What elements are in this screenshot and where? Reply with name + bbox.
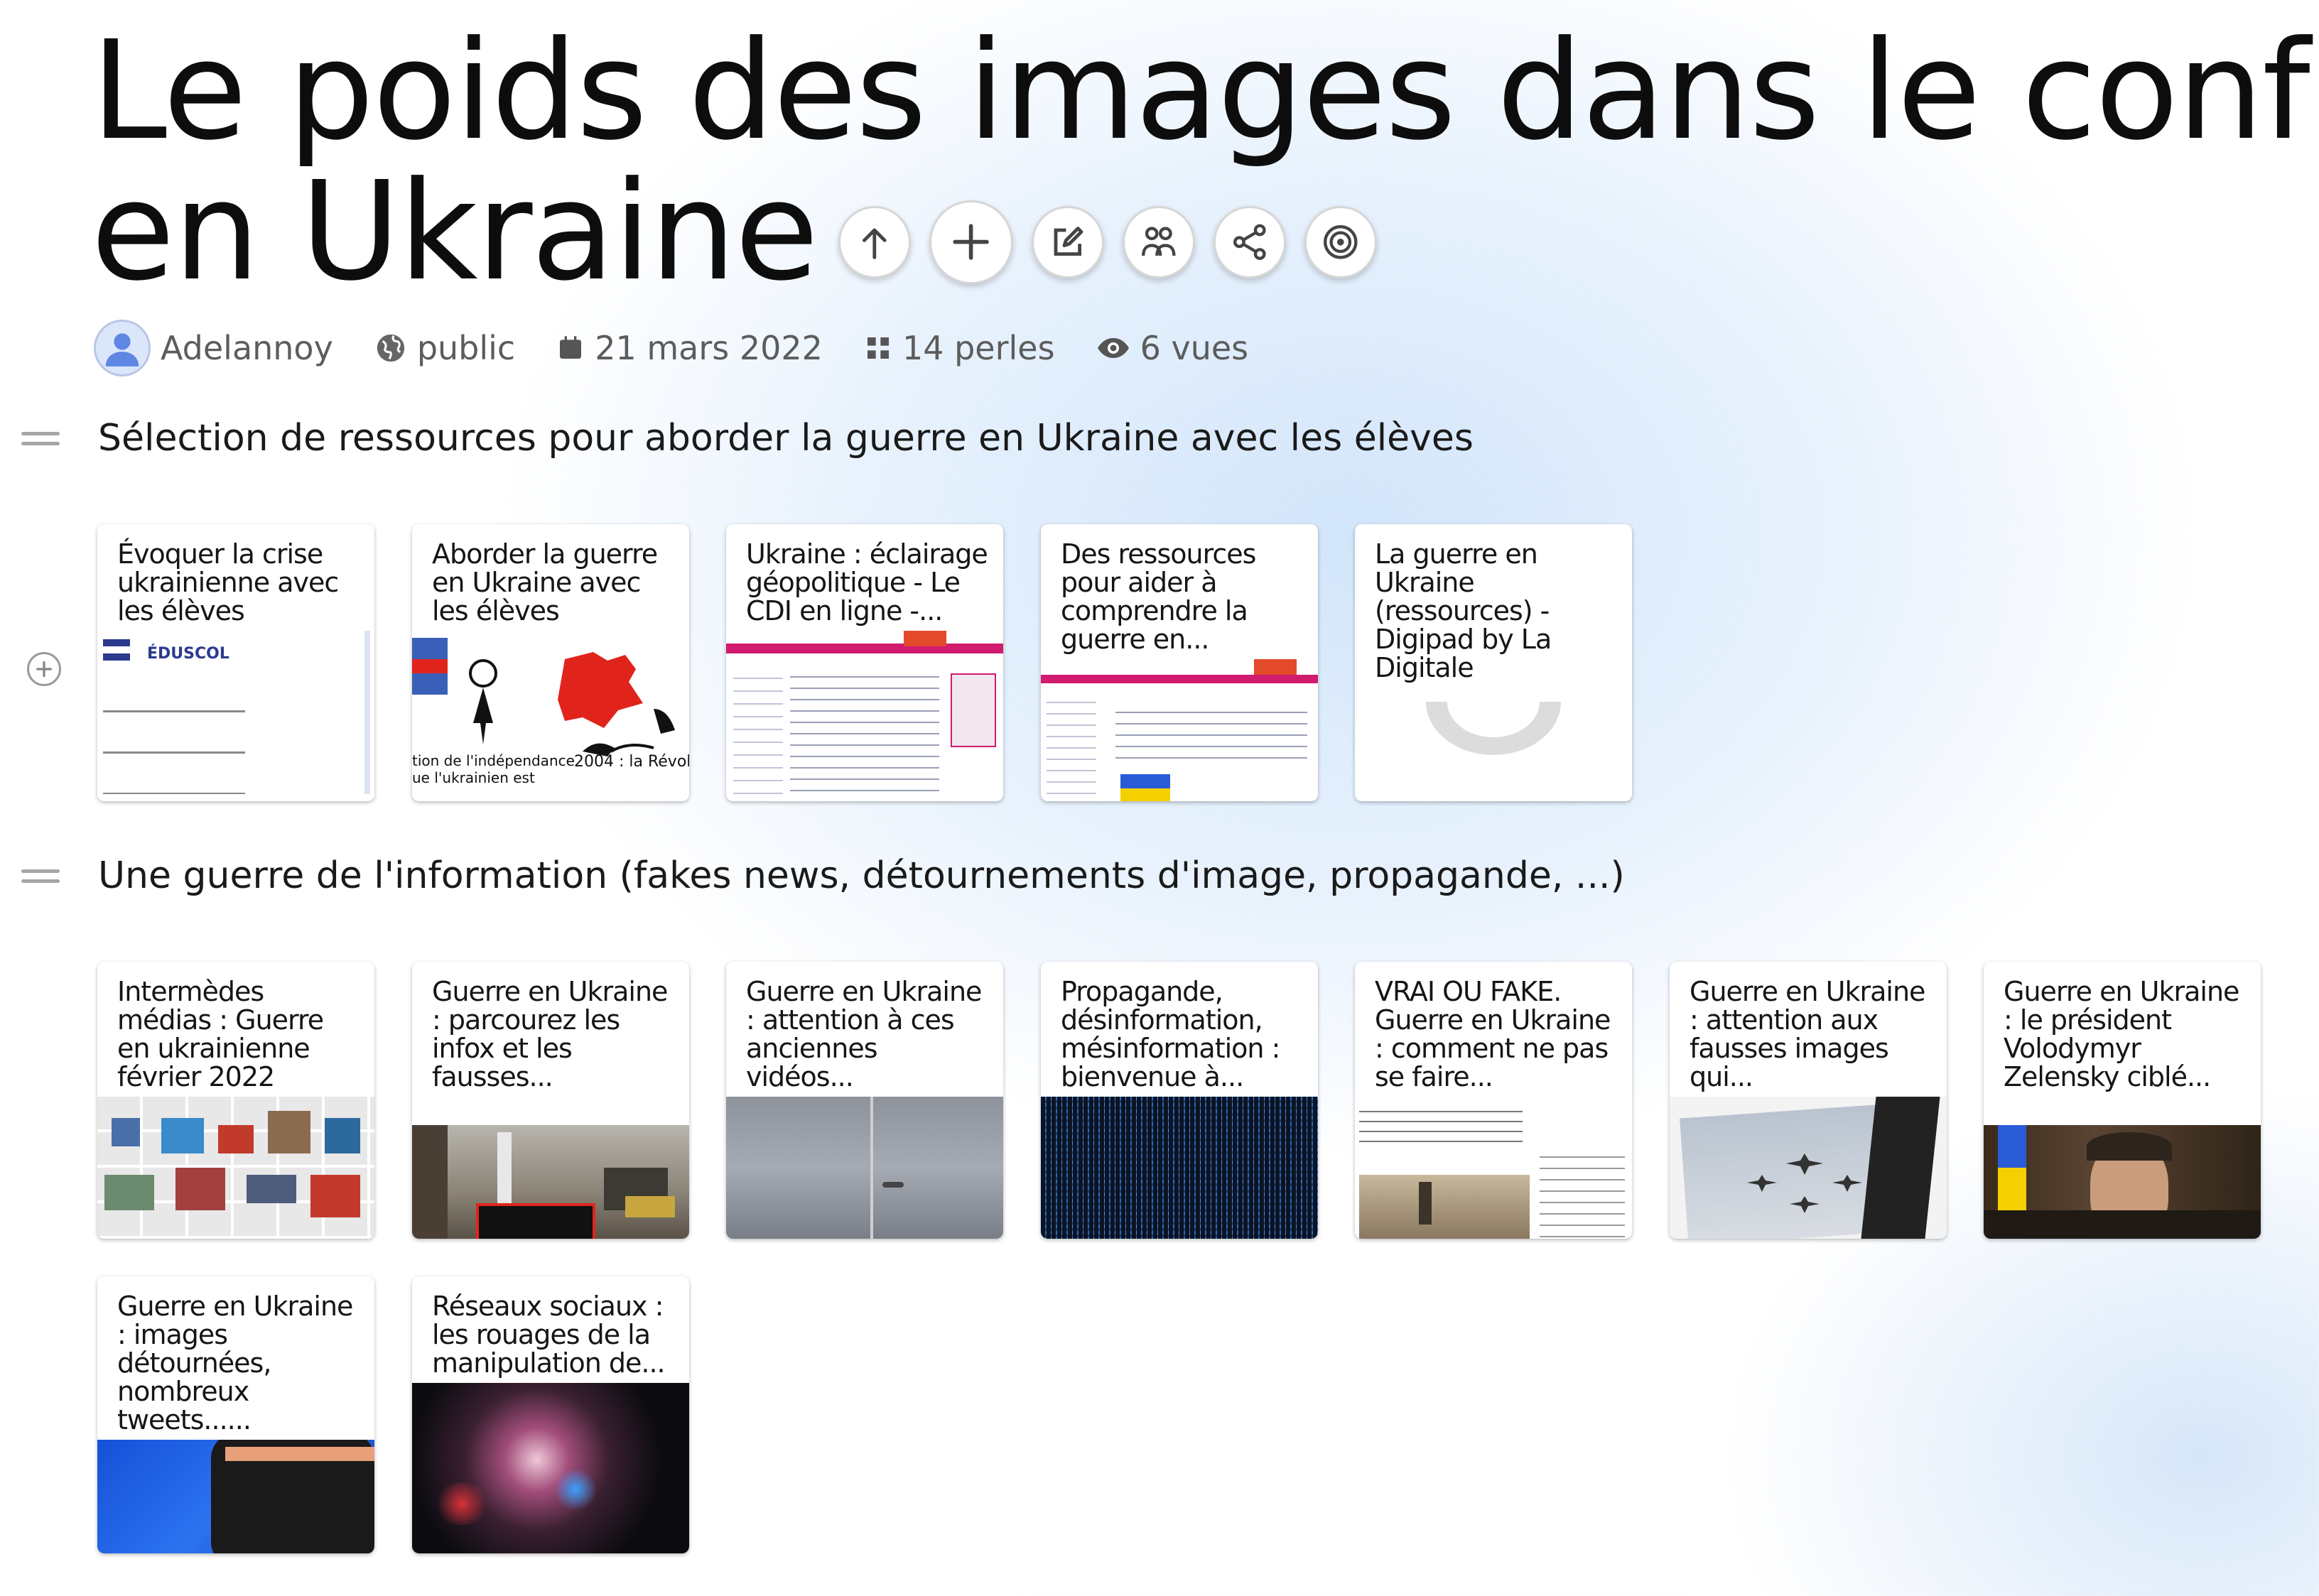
- pearl-card[interactable]: La guerre en Ukraine (ressources) - Digi…: [1355, 524, 1632, 801]
- author[interactable]: Adelannoy: [94, 320, 333, 376]
- pearl-title: Réseaux sociaux : les rouages de la mani…: [432, 1291, 666, 1379]
- pearl-thumbnail: [1041, 659, 1318, 801]
- pearl-thumbnail: [1984, 1125, 2261, 1239]
- section-header-information-war[interactable]: Une guerre de l'information (fakes news,…: [21, 854, 1625, 897]
- pearl-thumbnail: [412, 1125, 689, 1239]
- pearl-card[interactable]: Des ressources pour aider à comprendre l…: [1041, 524, 1318, 801]
- eye-icon: [1097, 338, 1129, 358]
- pearl-card[interactable]: Guerre en Ukraine : images détournées, n…: [97, 1276, 374, 1553]
- pearl-count-label: 14 perles: [902, 329, 1055, 367]
- pearl-title: Guerre en Ukraine : images détournées, n…: [117, 1291, 353, 1435]
- pearl-title: Guerre en Ukraine : attention à ces anci…: [746, 976, 982, 1092]
- pearl-thumbnail: [726, 631, 1003, 801]
- pearl-card[interactable]: Évoquer la crise ukrainienne avec les él…: [97, 524, 374, 801]
- pearl-card[interactable]: Guerre en Ukraine : le président Volodym…: [1984, 962, 2261, 1239]
- up-icon: [863, 228, 887, 259]
- author-name: Adelannoy: [161, 329, 333, 367]
- pearl-thumbnail: [412, 1383, 689, 1553]
- pearl-title: Guerre en Ukraine : parcourez les infox …: [432, 976, 668, 1092]
- section-title: Sélection de ressources pour aborder la …: [98, 417, 1474, 460]
- add-icon: [953, 224, 990, 261]
- pearl-thumbnail: [1670, 1097, 1947, 1239]
- pearl-card[interactable]: Ukraine : éclairage géopolitique - Le CD…: [726, 524, 1003, 801]
- target-icon: [1324, 225, 1358, 259]
- pearl-card[interactable]: Aborder la guerre en Ukraine avec les él…: [412, 524, 689, 801]
- pearl-card[interactable]: VRAI OU FAKE. Guerre en Ukraine : commen…: [1355, 962, 1632, 1239]
- collaborators-icon: [1142, 227, 1176, 256]
- visibility-label: public: [416, 329, 516, 367]
- section-header-resources[interactable]: Sélection de ressources pour aborder la …: [21, 417, 1474, 460]
- calendar-icon: [560, 336, 582, 359]
- svg-text:tion de l'indépendance: tion de l'indépendance: [412, 752, 575, 769]
- pearl-card[interactable]: Guerre en Ukraine : attention à ces anci…: [726, 962, 1003, 1239]
- pearl-card[interactable]: Propagande, désinformation, mésinformati…: [1041, 962, 1318, 1239]
- pearl-thumbnail: [97, 1440, 374, 1553]
- pearl-count: 14 perles: [864, 329, 1055, 367]
- thumb-caption: 2004 : la Révolu: [574, 753, 689, 771]
- collaborators-button[interactable]: [1123, 206, 1195, 278]
- pearl-thumbnail: [726, 1097, 1003, 1239]
- view-count-label: 6 vues: [1140, 329, 1249, 367]
- date: 21 mars 2022: [556, 329, 823, 367]
- pearl-title: Intermèdes médias : Guerre en ukrainienn…: [117, 976, 324, 1092]
- svg-text:ue l'ukrainien est: ue l'ukrainien est: [412, 769, 535, 786]
- pearl-title: Guerre en Ukraine : attention aux fausse…: [1690, 976, 1925, 1092]
- meta-row: Adelannoy public 21 mars 2022 14 perles …: [94, 320, 1248, 376]
- pearl-card[interactable]: Intermèdes médias : Guerre en ukrainienn…: [97, 962, 374, 1239]
- add-pearl-button[interactable]: [27, 652, 61, 686]
- pearl-thumbnail: [1041, 1097, 1318, 1239]
- title-actions: [838, 200, 1377, 284]
- edit-button[interactable]: [1032, 206, 1104, 278]
- visibility: public: [374, 329, 515, 367]
- pearl-thumbnail: ÉDUSCOL: [97, 631, 374, 801]
- placeholder-logo-icon: [1426, 702, 1561, 755]
- pearl-thumbnail: tion de l'indépendance ue l'ukrainien es…: [412, 631, 689, 801]
- plus-icon: [36, 661, 52, 677]
- pearl-title: La guerre en Ukraine (ressources) - Digi…: [1375, 538, 1552, 683]
- move-up-button[interactable]: [838, 206, 911, 278]
- add-button[interactable]: [929, 200, 1013, 284]
- share-button[interactable]: [1213, 206, 1286, 278]
- pearl-card[interactable]: Réseaux sociaux : les rouages de la mani…: [412, 1276, 689, 1553]
- pearl-title: Des ressources pour aider à comprendre l…: [1061, 538, 1256, 655]
- grid-icon: [867, 337, 889, 359]
- pearl-title: Évoquer la crise ukrainienne avec les él…: [117, 538, 339, 626]
- globe-icon: [377, 334, 404, 362]
- drag-handle-icon[interactable]: [21, 431, 60, 445]
- pearl-card[interactable]: Guerre en Ukraine : parcourez les infox …: [412, 962, 689, 1239]
- title-line-1: Le poids des images dans le conflit: [91, 12, 2319, 170]
- avatar: [94, 320, 151, 376]
- pearl-thumbnail: [97, 1097, 374, 1239]
- drag-handle-icon[interactable]: [21, 869, 60, 883]
- view-count: 6 vues: [1096, 329, 1249, 367]
- date-label: 21 mars 2022: [595, 329, 823, 367]
- pearl-title: VRAI OU FAKE. Guerre en Ukraine : commen…: [1375, 976, 1611, 1092]
- pearl-title: Aborder la guerre en Ukraine avec les él…: [432, 538, 658, 626]
- section-title: Une guerre de l'information (fakes news,…: [98, 854, 1625, 897]
- pearl-thumbnail: [1355, 1097, 1632, 1239]
- target-button[interactable]: [1304, 206, 1377, 278]
- pearl-title: Propagande, désinformation, mésinformati…: [1061, 976, 1280, 1092]
- user-icon: [105, 333, 139, 367]
- pearl-card[interactable]: Guerre en Ukraine : attention aux fausse…: [1670, 962, 1947, 1239]
- share-icon: [1233, 224, 1266, 261]
- thumb-logo-text: ÉDUSCOL: [147, 645, 229, 663]
- pearl-title: Guerre en Ukraine : le président Volodym…: [2004, 976, 2239, 1092]
- pearl-thumbnail: [1355, 680, 1632, 801]
- edit-icon: [1054, 227, 1083, 256]
- pearl-title: Ukraine : éclairage géopolitique - Le CD…: [746, 538, 988, 626]
